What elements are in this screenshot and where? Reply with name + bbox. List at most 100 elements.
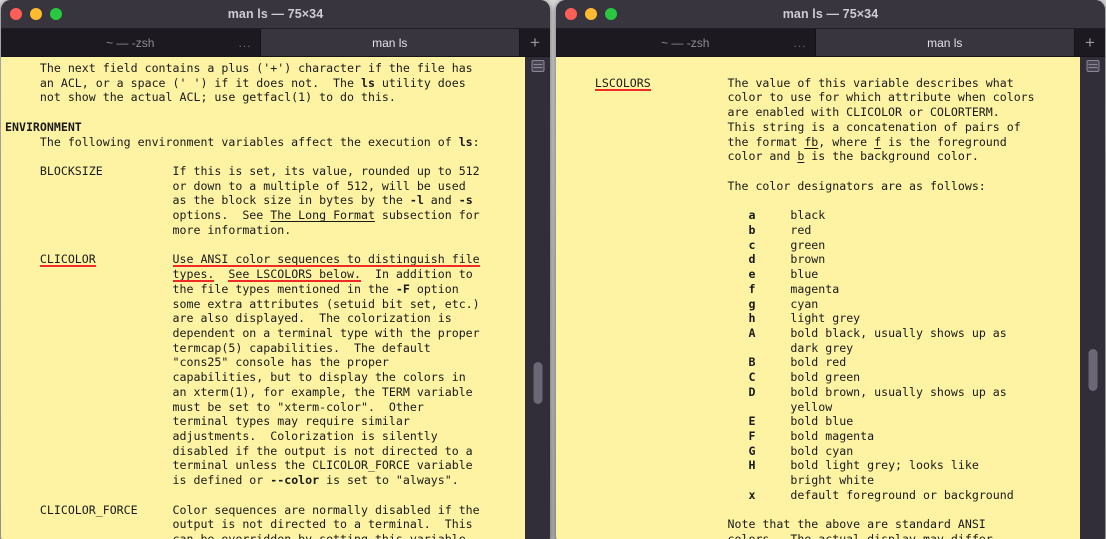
terminal-window-left[interactable]: man ls — 75×34 ~ — -zsh ... man ls + The…: [1, 0, 550, 539]
tabbar-left: ~ — -zsh ... man ls +: [1, 29, 550, 57]
terminal-line: are also displayed. The colorization is: [5, 311, 525, 326]
terminal-window-right[interactable]: man ls — 75×34 ~ — -zsh ... man ls + LSC…: [556, 0, 1105, 539]
bold-text: ENVIRONMENT: [5, 119, 82, 134]
plain-text: some extra attributes (setuid bit set, e…: [5, 296, 480, 311]
terminal-line: dependent on a terminal type with the pr…: [5, 326, 525, 341]
terminal-line: The next field contains a plus ('+') cha…: [5, 61, 525, 76]
plain-text: output is not directed to a terminal. Th…: [5, 517, 473, 532]
plain-text: yellow: [560, 399, 833, 414]
plain-text: the format: [560, 134, 805, 149]
tab-zsh-left[interactable]: ~ — -zsh ...: [1, 29, 261, 56]
terminal-line: D bold brown, usually shows up as: [560, 385, 1080, 400]
plain-text: an xterm(1), for example, the TERM varia…: [5, 384, 473, 399]
plain-text: CLICOLOR_FORCE Color sequences are norma…: [5, 502, 480, 517]
plain-text: , where: [818, 134, 875, 149]
terminal-line: C bold green: [560, 370, 1080, 385]
tab-label: ~ — -zsh: [106, 35, 155, 50]
titlebar-left[interactable]: man ls — 75×34: [1, 0, 550, 29]
underlined-text: fb: [804, 134, 819, 149]
tab-overflow-icon[interactable]: ...: [793, 37, 806, 49]
desktop-background: man ls — 75×34 ~ — -zsh ... man ls + The…: [0, 0, 1106, 539]
plain-text: [560, 488, 748, 502]
terminal-line: terminal types may require similar: [5, 414, 525, 429]
tab-overflow-icon[interactable]: ...: [238, 37, 251, 49]
terminal-line: g cyan: [560, 297, 1080, 312]
plain-text: an ACL, or a space (' ') if it does not.…: [5, 75, 361, 90]
terminal-line: f magenta: [560, 282, 1080, 297]
close-button[interactable]: [10, 8, 22, 20]
plain-text: green: [755, 237, 826, 252]
minimize-button[interactable]: [585, 8, 597, 20]
terminal-line: F bold magenta: [560, 429, 1080, 444]
terminal-body-right: LSCOLORS The value of this variable desc…: [556, 57, 1105, 539]
terminal-line: ENVIRONMENT: [5, 120, 525, 135]
bold-text: ls: [458, 134, 473, 149]
plain-text: termcap(5) capabilities. The default: [5, 340, 431, 355]
terminal-line: x default foreground or background: [560, 488, 1080, 503]
terminal-line: G bold cyan: [560, 444, 1080, 459]
plain-text: brown: [755, 252, 826, 267]
plain-text: [560, 282, 748, 296]
terminal-line: BLOCKSIZE If this is set, its value, rou…: [5, 164, 525, 179]
bold-text: -s: [458, 193, 473, 208]
terminal-line: as the block size in bytes by the -l and…: [5, 193, 525, 208]
minimize-button[interactable]: [30, 8, 42, 20]
terminal-content-left[interactable]: The next field contains a plus ('+') cha…: [1, 57, 525, 539]
close-button[interactable]: [565, 8, 577, 20]
zoom-button[interactable]: [50, 8, 62, 20]
plain-text: bold brown, usually shows up as: [755, 384, 1007, 399]
window-controls-right: [565, 8, 617, 20]
terminal-line: dark grey: [560, 341, 1080, 356]
plain-text: BLOCKSIZE If this is set, its value, rou…: [5, 164, 480, 179]
plain-text: not show the actual ACL; use getfacl(1) …: [5, 90, 396, 105]
plain-text: [214, 267, 228, 281]
plain-text: [560, 326, 748, 340]
bold-text: ls: [360, 75, 375, 90]
plain-text: magenta: [755, 281, 840, 296]
red-annotation-underline: LSCOLORS: [594, 75, 651, 90]
scrollbar-thumb[interactable]: [1088, 349, 1097, 391]
plain-text: is defined or: [5, 473, 271, 488]
plain-text: The color designators are as follows:: [560, 178, 986, 193]
terminal-content-right[interactable]: LSCOLORS The value of this variable desc…: [556, 57, 1080, 539]
plain-text: Note that the above are standard ANSI: [560, 517, 986, 532]
terminal-line: termcap(5) capabilities. The default: [5, 341, 525, 356]
new-tab-button-left[interactable]: +: [520, 29, 550, 56]
terminal-line: an ACL, or a space (' ') if it does not.…: [5, 76, 525, 91]
new-tab-button-right[interactable]: +: [1075, 29, 1105, 56]
plain-text: [560, 355, 748, 369]
terminal-line: not show the actual ACL; use getfacl(1) …: [5, 90, 525, 105]
red-annotation-underline: CLICOLOR: [39, 252, 96, 267]
titlebar-right[interactable]: man ls — 75×34: [556, 0, 1105, 29]
bold-text: --color: [270, 473, 320, 488]
terminal-line: must be set to "xterm-color". Other: [5, 400, 525, 415]
terminal-line: B bold red: [560, 355, 1080, 370]
plain-text: [560, 267, 748, 281]
terminal-line: A bold black, usually shows up as: [560, 326, 1080, 341]
scrollbar-right[interactable]: [1080, 57, 1105, 539]
scrollbar-left[interactable]: [525, 57, 550, 539]
plain-text: light grey: [755, 311, 861, 326]
plain-text: red: [755, 222, 812, 237]
terminal-line: capabilities, but to display the colors …: [5, 370, 525, 385]
tab-man-ls-right[interactable]: man ls: [815, 29, 1075, 56]
plain-text: default foreground or background: [755, 487, 1014, 502]
terminal-line: color and b is the background color.: [560, 149, 1080, 164]
terminal-line: colors. The actual display may differ: [560, 532, 1080, 539]
plain-text: This string is a concatenation of pairs …: [560, 119, 1021, 134]
plain-text: [560, 252, 748, 266]
plain-text: capabilities, but to display the colors …: [5, 370, 466, 385]
plain-text: as the block size in bytes by the: [5, 193, 410, 208]
scrollbar-thumb[interactable]: [533, 362, 542, 404]
plain-text: bold blue: [755, 414, 854, 429]
bold-text: -l: [409, 193, 424, 208]
plain-text: options. See: [5, 208, 271, 223]
zoom-button[interactable]: [605, 8, 617, 20]
tab-zsh-right[interactable]: ~ — -zsh ...: [556, 29, 816, 56]
tab-man-ls-left[interactable]: man ls: [260, 29, 520, 56]
plain-text: [560, 297, 748, 311]
